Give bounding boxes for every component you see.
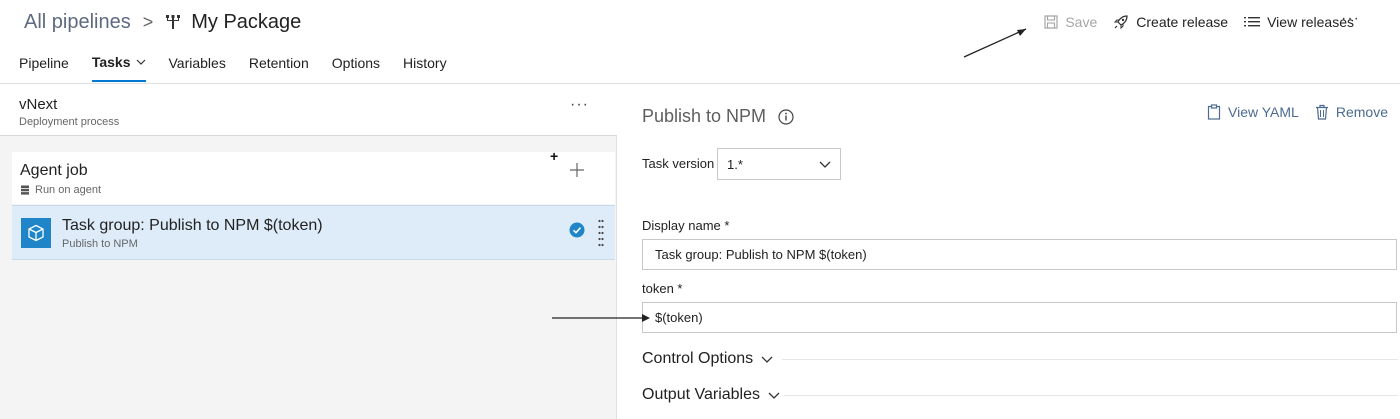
agent-job[interactable]: + Agent job Run on agent [12, 148, 615, 204]
panel-title: Publish to NPM [642, 106, 794, 127]
stage-subtitle: Deployment process [19, 116, 120, 128]
tab-label: History [403, 55, 447, 71]
trash-icon [1315, 104, 1328, 120]
list-icon [1244, 17, 1261, 27]
release-pipeline-editor: All pipelines > My Package Save Create r… [0, 0, 1400, 419]
chevron-down-icon [761, 356, 773, 363]
cube-icon [28, 224, 44, 242]
chevron-down-icon [819, 161, 831, 168]
add-task-icon[interactable] [569, 162, 585, 178]
task-version-label: Task version [642, 156, 715, 171]
create-release-label: Create release [1136, 14, 1229, 30]
tab-retention[interactable]: Retention [249, 54, 309, 82]
check-circle-icon[interactable] [569, 222, 585, 238]
tab-variables[interactable]: Variables [169, 54, 226, 82]
task-version-value: 1.* [727, 156, 743, 172]
token-field[interactable]: $(token) [642, 302, 1397, 333]
task-version-select[interactable]: 1.* [717, 148, 841, 180]
all-pipelines-link[interactable]: All pipelines [24, 11, 131, 34]
server-icon [21, 185, 29, 195]
clipboard-icon [1207, 104, 1221, 120]
tab-history[interactable]: History [403, 54, 447, 82]
task-subtitle: Publish to NPM [62, 238, 138, 250]
tab-tasks[interactable]: Tasks [91, 54, 146, 82]
section-divider [784, 395, 1398, 396]
view-yaml-button[interactable]: View YAML [1207, 104, 1299, 120]
tab-label: Retention [248, 55, 309, 71]
control-options-label: Control Options [642, 350, 754, 367]
stage-more-button[interactable]: ··· [570, 96, 589, 114]
panel-title-text: Publish to NPM [642, 106, 767, 126]
info-icon[interactable] [778, 108, 794, 125]
tab-label: Pipeline [19, 55, 69, 71]
remove-label: Remove [1335, 104, 1388, 120]
tab-label: Options [331, 55, 381, 71]
view-releases-button[interactable]: View releases [1244, 14, 1354, 30]
release-pipeline-icon [166, 15, 181, 29]
save-button[interactable]: Save [1044, 14, 1097, 30]
display-name-label: Display name * [642, 218, 730, 233]
process-pane: vNext Deployment process ··· + Agent job… [0, 84, 617, 419]
save-label: Save [1065, 14, 1098, 30]
header: All pipelines > My Package Save Create r… [0, 0, 1400, 84]
control-options-section[interactable]: Control Options [642, 350, 773, 368]
chevron-down-icon [768, 392, 780, 399]
tab-label: Variables [168, 55, 226, 71]
agent-job-subtitle: Run on agent [20, 184, 101, 196]
more-actions-button[interactable]: ··· [1341, 10, 1360, 28]
display-name-field[interactable]: Task group: Publish to NPM $(token) [642, 239, 1397, 270]
remove-button[interactable]: Remove [1315, 104, 1388, 120]
breadcrumb-separator: > [142, 11, 154, 32]
task-detail-panel: Publish to NPM View YAML Remove Task ver… [618, 84, 1400, 419]
breadcrumb: All pipelines > My Package [24, 8, 301, 36]
drag-handle-icon[interactable] [598, 218, 604, 248]
output-variables-label: Output Variables [642, 386, 760, 403]
task-name: Task group: Publish to NPM $(token) [62, 217, 323, 234]
tab-bar: Pipeline Tasks Variables Retention Optio… [19, 54, 470, 82]
tab-label: Tasks [91, 54, 131, 70]
rocket-icon [1114, 15, 1128, 30]
section-divider [782, 359, 1398, 360]
create-release-button[interactable]: Create release [1113, 14, 1228, 30]
token-label: token * [642, 281, 683, 296]
save-icon [1044, 15, 1058, 29]
tab-options[interactable]: Options [332, 54, 380, 82]
task-group-icon [21, 218, 51, 248]
agent-job-name: Agent job [20, 162, 88, 179]
stage-name: vNext [19, 96, 58, 113]
panel-actions: View YAML Remove [1191, 104, 1388, 120]
stage-header[interactable]: vNext Deployment process ··· [0, 84, 617, 136]
chevron-down-icon [136, 59, 145, 65]
plus-marker: + [550, 148, 559, 164]
toolbar: Save Create release View releases [1028, 10, 1354, 34]
tab-pipeline[interactable]: Pipeline [19, 54, 69, 82]
page-title: My Package [191, 10, 302, 33]
task-group-row[interactable]: Task group: Publish to NPM $(token) Publ… [12, 205, 615, 260]
output-variables-section[interactable]: Output Variables [642, 386, 780, 404]
view-yaml-label: View YAML [1228, 104, 1299, 120]
agent-job-subtitle-text: Run on agent [35, 184, 102, 196]
